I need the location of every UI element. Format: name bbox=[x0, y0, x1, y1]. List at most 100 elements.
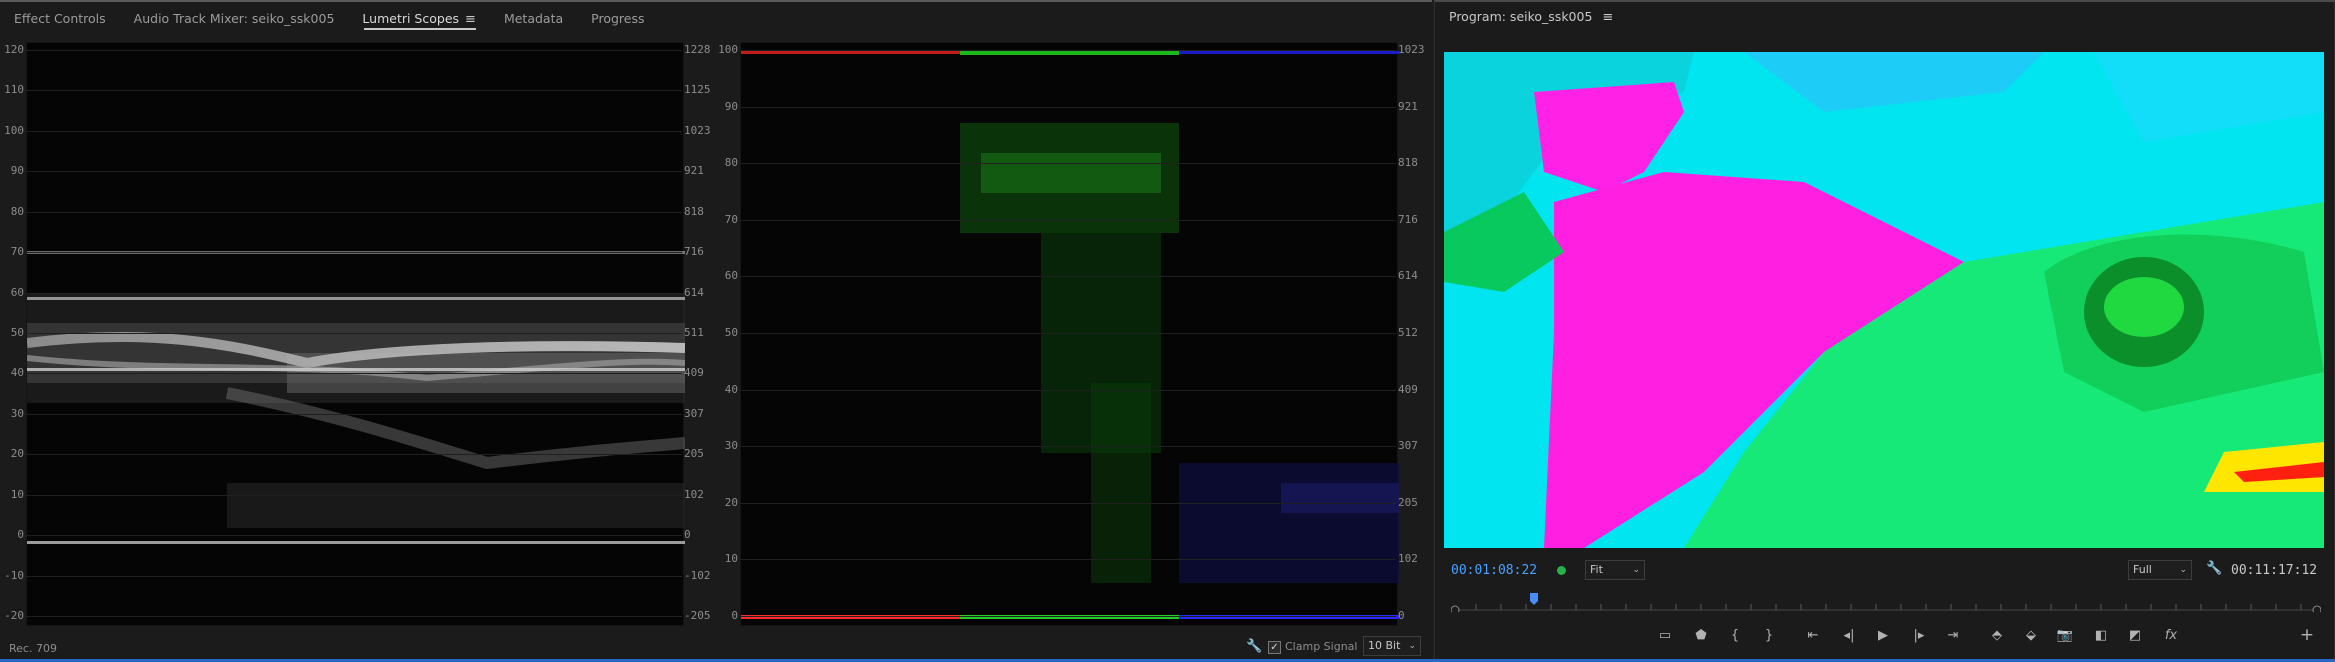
hamburger-menu-icon[interactable]: ≡ bbox=[465, 5, 476, 35]
parade-right-tick: 614 bbox=[1398, 269, 1418, 283]
waveform-left-tick: 40 bbox=[10, 366, 24, 380]
duration-timecode: 00:11:17:12 bbox=[2231, 563, 2318, 578]
parade-gridline bbox=[740, 50, 1396, 51]
parade-left-tick: 20 bbox=[724, 495, 738, 509]
lift-icon[interactable]: ⬘ bbox=[1984, 624, 2010, 646]
parade-trace bbox=[741, 51, 1399, 619]
waveform-gridline bbox=[26, 575, 682, 577]
waveform-gridline bbox=[26, 616, 682, 617]
wrench-icon[interactable]: 🔧 bbox=[1246, 639, 1262, 654]
add-button-icon[interactable]: + bbox=[2294, 624, 2320, 646]
bit-depth-select[interactable]: 10 Bit ⌄ bbox=[1363, 636, 1421, 656]
waveform-gridline bbox=[26, 535, 682, 537]
current-timecode[interactable]: 00:01:08:22 bbox=[1451, 563, 1537, 578]
waveform-right-tick: 1023 bbox=[684, 123, 711, 137]
waveform-gridline bbox=[26, 130, 682, 132]
waveform-gridline bbox=[26, 211, 682, 213]
add-marker-icon[interactable]: ⬟ bbox=[1688, 624, 1714, 646]
green-status-dot bbox=[1557, 566, 1566, 575]
rgb-parade-scope bbox=[740, 42, 1399, 626]
waveform-right-tick: 102 bbox=[684, 487, 704, 501]
waveform-left-tick: 30 bbox=[10, 406, 24, 420]
chevron-down-icon: ⌄ bbox=[1408, 641, 1416, 651]
parade-gridline bbox=[740, 276, 1396, 278]
parade-left-tick: 100 bbox=[718, 43, 738, 56]
waveform-right-tick: 409 bbox=[684, 366, 704, 380]
step-back-icon[interactable]: ◂| bbox=[1836, 624, 1862, 646]
parade-left-tick: 40 bbox=[724, 382, 738, 396]
waveform-right-tick: 614 bbox=[684, 285, 704, 299]
tab-metadata[interactable]: Metadata bbox=[490, 4, 577, 34]
waveform-gridline bbox=[26, 494, 682, 496]
waveform-gridline bbox=[26, 90, 682, 92]
go-to-out-icon[interactable]: ⇥ bbox=[1940, 624, 1966, 646]
program-monitor-title[interactable]: Program: seiko_ssk005 ≡ bbox=[1449, 9, 1613, 25]
toggle-proxies-icon[interactable]: ◩ bbox=[2122, 624, 2148, 646]
waveform-right-tick: 1125 bbox=[684, 83, 711, 97]
export-frame-icon[interactable]: 📷 bbox=[2052, 624, 2078, 646]
parade-gridline bbox=[740, 446, 1396, 448]
waveform-gridline bbox=[26, 292, 682, 294]
zoom-select[interactable]: Fit ⌄ bbox=[1585, 560, 1645, 580]
waveform-gridline bbox=[26, 50, 682, 51]
waveform-gridline bbox=[26, 333, 682, 334]
waveform-right-tick: 1228 bbox=[684, 43, 711, 56]
parade-right-tick: 921 bbox=[1398, 99, 1418, 113]
video-image bbox=[1444, 52, 2324, 548]
waveform-right-tick: 818 bbox=[684, 204, 704, 218]
chevron-down-icon: ⌄ bbox=[1632, 565, 1640, 575]
tab-effect-controls[interactable]: Effect Controls bbox=[0, 4, 120, 34]
waveform-gridline bbox=[26, 373, 682, 375]
settings-wrench-icon[interactable]: 🔧 bbox=[2206, 561, 2222, 576]
playhead-icon bbox=[1530, 593, 1538, 605]
waveform-left-tick: 110 bbox=[4, 83, 24, 97]
mark-in-icon[interactable]: { bbox=[1722, 624, 1748, 646]
parade-gridline bbox=[740, 333, 1396, 334]
play-icon[interactable]: ▶ bbox=[1870, 624, 1896, 646]
hamburger-menu-icon[interactable]: ≡ bbox=[1602, 10, 1613, 25]
waveform-left-tick: 10 bbox=[10, 487, 24, 501]
waveform-left-tick: -10 bbox=[4, 568, 24, 582]
waveform-left-tick: 100 bbox=[4, 123, 24, 137]
go-to-in-icon[interactable]: ⇤ bbox=[1800, 624, 1826, 646]
extract-icon[interactable]: ⬙ bbox=[2018, 624, 2044, 646]
waveform-right-tick: 511 bbox=[684, 326, 704, 339]
program-video-frame[interactable] bbox=[1444, 52, 2324, 548]
mark-out-icon[interactable]: } bbox=[1756, 624, 1782, 646]
parade-left-tick: 90 bbox=[724, 99, 738, 113]
tab-audio-track-mixer[interactable]: Audio Track Mixer: seiko_ssk005 bbox=[120, 4, 349, 34]
waveform-right-tick: 205 bbox=[684, 447, 704, 461]
parade-gridline bbox=[740, 389, 1396, 391]
colorspace-label: Rec. 709 bbox=[9, 642, 57, 655]
clamp-signal-toggle[interactable]: ✓ Clamp Signal bbox=[1268, 640, 1357, 654]
clamp-signal-checkbox[interactable]: ✓ bbox=[1268, 640, 1281, 654]
timeline-ruler[interactable] bbox=[1450, 590, 2322, 615]
tab-progress[interactable]: Progress bbox=[577, 4, 658, 34]
waveform-left-tick: -20 bbox=[4, 609, 24, 622]
parade-right-tick: 102 bbox=[1398, 552, 1418, 566]
parade-gridline bbox=[740, 616, 1396, 617]
waveform-right-tick: 307 bbox=[684, 406, 704, 420]
step-forward-icon[interactable]: |▸ bbox=[1906, 624, 1932, 646]
safe-margins-icon[interactable]: ▭ bbox=[1652, 624, 1678, 646]
parade-left-tick: 50 bbox=[724, 326, 738, 339]
ruler-ticks bbox=[1450, 593, 2322, 615]
waveform-right-tick: -205 bbox=[684, 609, 711, 622]
fx-icon[interactable]: fx bbox=[2158, 624, 2184, 646]
clamp-signal-label: Clamp Signal bbox=[1285, 640, 1358, 653]
comparison-view-icon[interactable]: ◧ bbox=[2088, 624, 2114, 646]
waveform-left-tick: 50 bbox=[10, 326, 24, 339]
parade-left-tick: 10 bbox=[724, 552, 738, 566]
waveform-gridline bbox=[26, 413, 682, 415]
parade-right-tick: 716 bbox=[1398, 212, 1418, 226]
waveform-left-tick: 60 bbox=[10, 285, 24, 299]
waveform-left-tick: 80 bbox=[10, 204, 24, 218]
parade-right-tick: 512 bbox=[1398, 326, 1418, 339]
lumetri-scopes-panel: Effect Controls Audio Track Mixer: seiko… bbox=[0, 0, 1432, 662]
resolution-select[interactable]: Full ⌄ bbox=[2128, 560, 2192, 580]
tab-lumetri-scopes[interactable]: Lumetri Scopes ≡ bbox=[348, 4, 490, 34]
parade-left-tick: 80 bbox=[724, 156, 738, 170]
waveform-right-tick: 716 bbox=[684, 245, 704, 259]
waveform-left-tick: 20 bbox=[10, 447, 24, 461]
waveform-right-tick: 921 bbox=[684, 164, 704, 178]
